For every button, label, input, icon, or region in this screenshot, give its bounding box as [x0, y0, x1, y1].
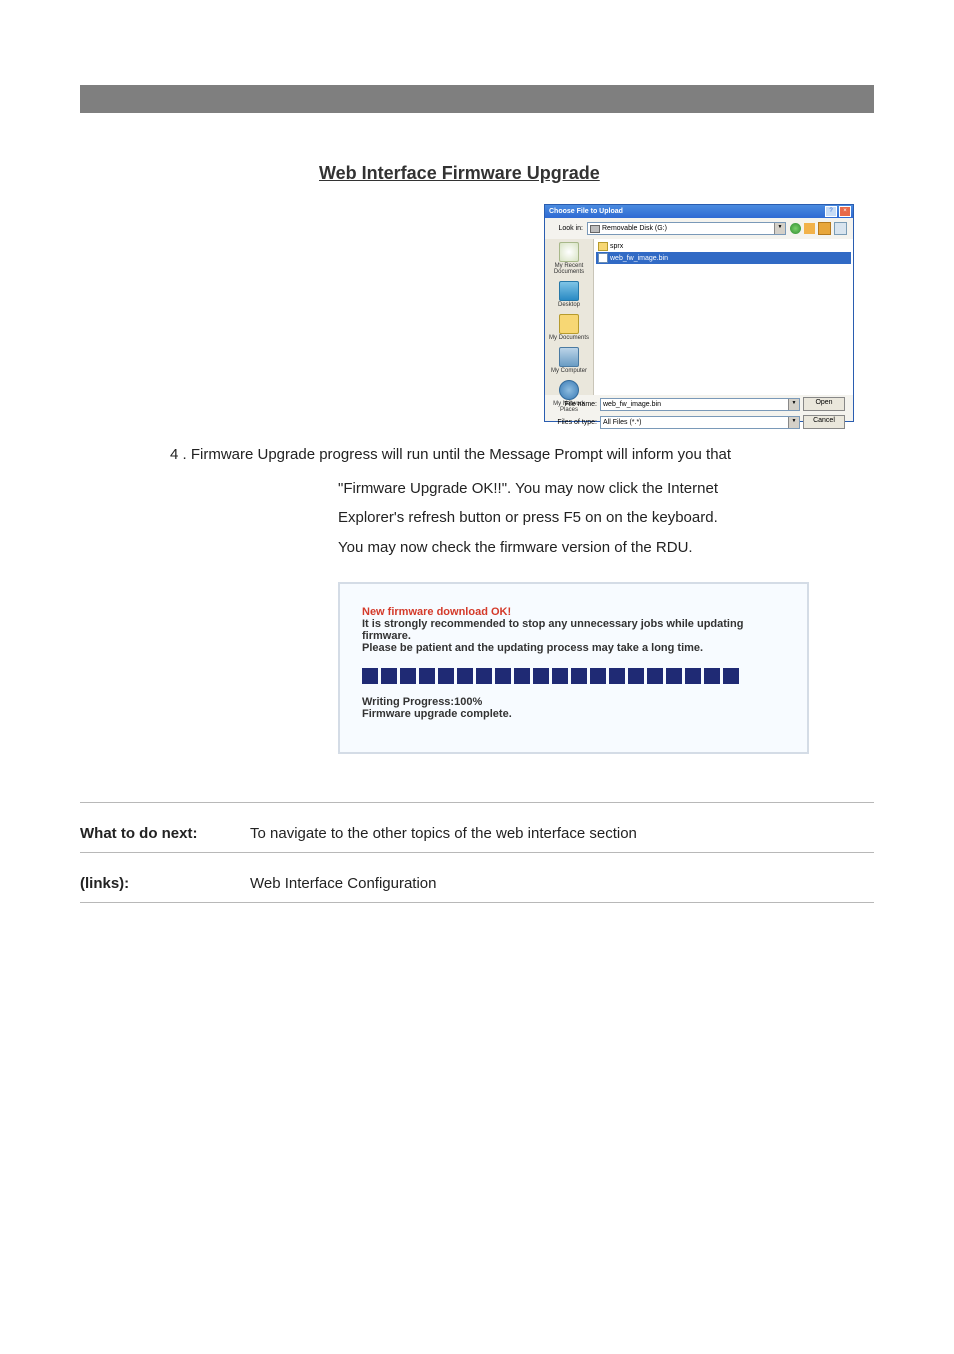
msg-progress-pct: Writing Progress:100%	[362, 696, 787, 708]
file-name-label: File name:	[553, 401, 597, 408]
file-open-dialog: Choose File to Upload ? × Look in: Remov…	[544, 204, 854, 422]
msg-recommend: It is strongly recommended to stop any u…	[362, 618, 787, 642]
step4-text-line1: 4 . Firmware Upgrade progress will run u…	[170, 442, 874, 468]
step4-text-line3: You may now check the firmware version o…	[338, 535, 874, 561]
step4-text-line2: Explorer's refresh button or press F5 on…	[338, 505, 874, 531]
place-my-computer[interactable]: My Computer	[551, 347, 587, 374]
chevron-down-icon[interactable]: ▼	[788, 417, 799, 428]
up-one-level-icon[interactable]	[804, 223, 815, 234]
views-icon[interactable]	[834, 222, 847, 235]
files-of-type-combo[interactable]: All Files (*.*) ▼	[600, 416, 800, 429]
divider	[80, 902, 874, 903]
look-in-combo[interactable]: Removable Disk (G:) ▼	[587, 222, 786, 235]
drive-icon	[590, 225, 600, 233]
upgrade-progress-panel: New firmware download OK! It is strongly…	[338, 582, 809, 754]
dialog-titlebar: Choose File to Upload ? ×	[545, 205, 853, 218]
file-list[interactable]: sprx web_fw_image.bin	[594, 239, 853, 395]
links-label: (links):	[80, 875, 250, 892]
what-to-do-row: What to do next: To navigate to the othe…	[80, 825, 874, 842]
folder-icon	[598, 242, 608, 251]
look-in-label: Look in:	[551, 225, 583, 232]
header-gray-bar	[80, 85, 874, 113]
msg-patient: Please be patient and the updating proce…	[362, 642, 787, 654]
place-my-documents[interactable]: My Documents	[549, 314, 589, 341]
divider	[80, 802, 874, 803]
links-row: (links): Web Interface Configuration	[80, 875, 874, 892]
links-desc[interactable]: Web Interface Configuration	[250, 875, 437, 892]
divider	[80, 852, 874, 853]
back-icon[interactable]	[790, 223, 801, 234]
progress-bar	[362, 668, 787, 684]
help-button[interactable]: ?	[825, 206, 837, 217]
what-to-do-label: What to do next:	[80, 825, 250, 842]
place-recent-docs[interactable]: My Recent Documents	[545, 242, 593, 275]
place-my-network[interactable]: My Network Places	[545, 380, 593, 413]
list-item[interactable]: sprx	[596, 241, 851, 252]
chevron-down-icon[interactable]: ▼	[788, 399, 799, 410]
msg-complete: Firmware upgrade complete.	[362, 708, 787, 720]
new-folder-icon[interactable]	[818, 222, 831, 235]
chevron-down-icon[interactable]: ▼	[774, 223, 785, 234]
place-desktop[interactable]: Desktop	[558, 281, 580, 308]
file-name-input[interactable]: web_fw_image.bin ▼	[600, 398, 800, 411]
msg-download-ok: New firmware download OK!	[362, 606, 787, 618]
open-button[interactable]: Open	[803, 397, 845, 411]
dialog-title: Choose File to Upload	[549, 208, 623, 215]
look-in-value: Removable Disk (G:)	[602, 225, 667, 232]
step4-text-quote: "Firmware Upgrade OK!!". You may now cli…	[338, 476, 874, 502]
list-item-selected[interactable]: web_fw_image.bin	[596, 252, 851, 264]
files-of-type-label: Files of type:	[553, 419, 597, 426]
file-icon	[598, 253, 608, 263]
cancel-button[interactable]: Cancel	[803, 415, 845, 429]
close-button[interactable]: ×	[839, 206, 851, 217]
section-title: Web Interface Firmware Upgrade	[319, 163, 874, 184]
what-to-do-desc: To navigate to the other topics of the w…	[250, 825, 637, 842]
places-bar: My Recent Documents Desktop My Documents	[545, 239, 594, 395]
